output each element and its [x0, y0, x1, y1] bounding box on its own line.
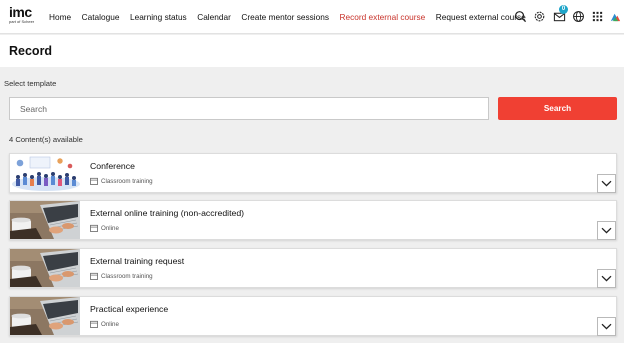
- template-search-input[interactable]: [9, 97, 489, 120]
- content-count: 4 Content(s) available: [9, 135, 83, 144]
- expand-button[interactable]: [597, 269, 616, 288]
- chevron-down-icon: [601, 275, 612, 282]
- expand-button[interactable]: [597, 317, 616, 336]
- nav-item-catalogue[interactable]: Catalogue: [82, 12, 120, 22]
- apps-grid-icon[interactable]: [591, 10, 604, 23]
- card-type: Online: [101, 320, 119, 328]
- card-type: Online: [101, 224, 119, 232]
- user-avatar-icon[interactable]: [609, 10, 622, 23]
- chevron-down-icon: [601, 227, 612, 234]
- mail-count-badge: 0: [559, 5, 568, 14]
- laptop-photo-thumbnail: [10, 201, 80, 239]
- calendar-icon: [90, 320, 98, 328]
- card-meta: Classroom training: [90, 271, 153, 281]
- template-card-practical-experience[interactable]: Practical experience Online: [9, 296, 617, 336]
- nav-item-home[interactable]: Home: [49, 12, 71, 22]
- logo-text: imc: [9, 4, 32, 20]
- chevron-down-icon: [601, 323, 612, 330]
- card-title: Practical experience: [90, 304, 169, 314]
- page-header: Record: [0, 35, 624, 67]
- globe-icon[interactable]: [572, 10, 585, 23]
- nav-item-learning-status[interactable]: Learning status: [130, 12, 187, 22]
- nav-item-calendar[interactable]: Calendar: [197, 12, 231, 22]
- calendar-icon: [90, 272, 98, 280]
- card-type: Classroom training: [101, 272, 153, 280]
- select-template-label: Select template: [4, 79, 57, 88]
- settings-icon[interactable]: [533, 10, 546, 23]
- nav-item-record-external-course[interactable]: Record external course: [340, 12, 426, 22]
- calendar-icon: [90, 177, 98, 185]
- laptop-photo-thumbnail: [10, 297, 80, 335]
- laptop-photo-thumbnail: [10, 249, 80, 287]
- expand-button[interactable]: [597, 174, 616, 193]
- conference-thumbnail: [10, 154, 80, 192]
- template-card-external-online-training[interactable]: External online training (non-accredited…: [9, 200, 617, 240]
- main-nav: Home Catalogue Learning status Calendar …: [49, 0, 536, 34]
- card-meta: Online: [90, 319, 119, 329]
- card-meta: Online: [90, 223, 119, 233]
- top-navigation-bar: imc part of Scheer Home Catalogue Learni…: [0, 0, 624, 34]
- expand-button[interactable]: [597, 221, 616, 240]
- card-title: External online training (non-accredited…: [90, 208, 245, 218]
- calendar-icon: [90, 224, 98, 232]
- card-type: Classroom training: [101, 177, 153, 185]
- nav-item-create-mentor-sessions[interactable]: Create mentor sessions: [241, 12, 329, 22]
- card-meta: Classroom training: [90, 176, 153, 186]
- template-card-external-training-request[interactable]: External training request Classroom trai…: [9, 248, 617, 288]
- template-card-conference[interactable]: Conference Classroom training: [9, 153, 617, 193]
- page-title: Record: [9, 44, 53, 58]
- imc-logo[interactable]: imc part of Scheer: [9, 4, 39, 30]
- toolbar-icons: 0: [509, 0, 624, 34]
- mail-button[interactable]: 0: [553, 5, 568, 23]
- card-title: Conference: [90, 161, 135, 171]
- search-icon[interactable]: [514, 10, 527, 23]
- chevron-down-icon: [601, 180, 612, 187]
- logo-subtext: part of Scheer: [9, 19, 35, 24]
- search-button[interactable]: Search: [498, 97, 617, 120]
- card-title: External training request: [90, 256, 185, 266]
